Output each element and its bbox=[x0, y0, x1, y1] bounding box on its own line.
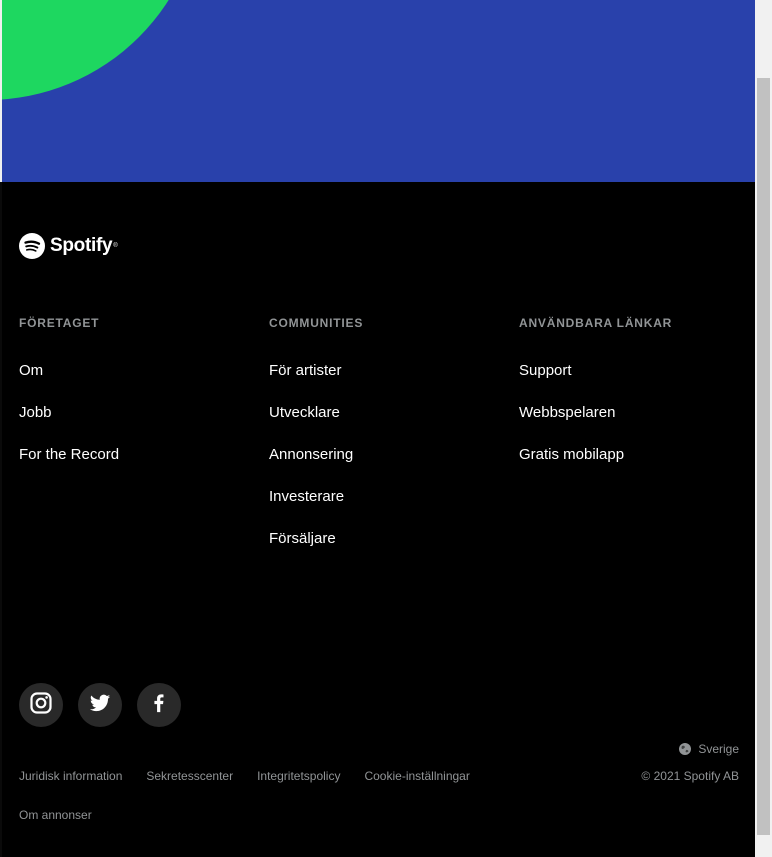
scrollbar-thumb[interactable] bbox=[757, 78, 770, 835]
footer-link-investerare[interactable]: Investerare bbox=[269, 488, 509, 530]
social-links bbox=[19, 683, 181, 727]
column-heading: FÖRETAGET bbox=[19, 316, 100, 330]
link-list: Support Webbspelaren Gratis mobilapp bbox=[519, 362, 755, 488]
trademark-mark: ® bbox=[113, 242, 118, 249]
legal-link-sekretesscenter[interactable]: Sekretesscenter bbox=[146, 769, 233, 784]
footer-link-annonsering[interactable]: Annonsering bbox=[269, 446, 509, 488]
link-list: För artister Utvecklare Annonsering Inve… bbox=[269, 362, 509, 572]
spotify-logo-text: Spotify bbox=[50, 234, 113, 256]
facebook-button[interactable] bbox=[137, 683, 181, 727]
footer-link-utvecklare[interactable]: Utvecklare bbox=[269, 404, 509, 446]
twitter-button[interactable] bbox=[78, 683, 122, 727]
twitter-icon bbox=[89, 692, 111, 719]
left-edge-dark bbox=[0, 182, 2, 857]
spotify-logo[interactable]: Spotify ® bbox=[19, 232, 118, 259]
instagram-icon bbox=[29, 691, 53, 720]
region-selector[interactable]: Sverige bbox=[679, 742, 739, 756]
copyright-text: © 2021 Spotify AB bbox=[641, 769, 739, 783]
footer-link-jobb[interactable]: Jobb bbox=[19, 404, 259, 446]
legal-link-cookie-installningar[interactable]: Cookie-inställningar bbox=[364, 769, 469, 784]
legal-links: Juridisk information Sekretesscenter Int… bbox=[19, 769, 739, 823]
footer-column-communities: COMMUNITIES För artister Utvecklare Anno… bbox=[269, 316, 509, 572]
spotify-icon bbox=[19, 232, 45, 259]
legal-link-integritetspolicy[interactable]: Integritetspolicy bbox=[257, 769, 340, 784]
legal-link-juridisk-information[interactable]: Juridisk information bbox=[19, 769, 122, 784]
footer-column-anvandbara-lankar: ANVÄNDBARA LÄNKAR Support Webbspelaren G… bbox=[519, 316, 755, 488]
link-list: Om Jobb For the Record bbox=[19, 362, 259, 488]
facebook-icon bbox=[148, 692, 170, 719]
footer-link-gratis-mobilapp[interactable]: Gratis mobilapp bbox=[519, 446, 755, 488]
footer-link-for-the-record[interactable]: For the Record bbox=[19, 446, 259, 488]
hero-banner bbox=[2, 0, 755, 182]
column-heading: ANVÄNDBARA LÄNKAR bbox=[519, 316, 673, 330]
page: Spotify ® FÖRETAGET Om Jobb For the Recor… bbox=[0, 0, 755, 857]
globe-icon bbox=[679, 743, 692, 755]
footer-link-webbspelaren[interactable]: Webbspelaren bbox=[519, 404, 755, 446]
column-heading: COMMUNITIES bbox=[269, 316, 364, 330]
legal-link-om-annonser[interactable]: Om annonser bbox=[19, 808, 739, 823]
footer-link-om[interactable]: Om bbox=[19, 362, 259, 404]
instagram-button[interactable] bbox=[19, 683, 63, 727]
footer-column-foretaget: FÖRETAGET Om Jobb For the Record bbox=[19, 316, 259, 488]
vertical-scrollbar[interactable] bbox=[755, 0, 772, 857]
footer-link-support[interactable]: Support bbox=[519, 362, 755, 404]
footer-link-for-artister[interactable]: För artister bbox=[269, 362, 509, 404]
hero-green-circle bbox=[2, 0, 202, 100]
footer-link-forsaljare[interactable]: Försäljare bbox=[269, 530, 509, 572]
region-label: Sverige bbox=[698, 742, 739, 756]
